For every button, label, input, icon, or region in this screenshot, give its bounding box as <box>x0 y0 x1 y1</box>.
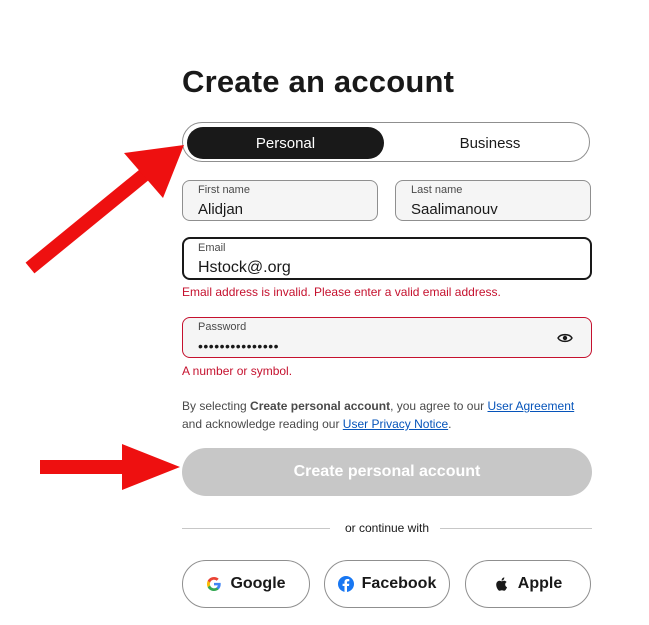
user-privacy-notice-link[interactable]: User Privacy Notice <box>343 417 448 431</box>
password-field[interactable]: Password ••••••••••••••• <box>182 317 592 358</box>
legal-agreement-text: By selecting Create personal account, yo… <box>182 397 592 433</box>
email-field[interactable]: Email Hstock@.org <box>182 237 592 280</box>
google-signin-button[interactable]: Google <box>182 560 310 608</box>
red-arrow-to-personal-toggle <box>25 145 184 274</box>
google-button-label: Google <box>230 575 286 592</box>
last-name-field[interactable]: Last name Saalimanouv <box>395 180 591 221</box>
facebook-signin-button[interactable]: Facebook <box>324 560 450 608</box>
email-value: Hstock@.org <box>198 259 291 276</box>
business-tab[interactable]: Business <box>393 127 587 159</box>
first-name-field[interactable]: First name Alidjan <box>182 180 378 221</box>
legal-prefix: By selecting <box>182 399 251 413</box>
legal-suffix: . <box>448 417 452 431</box>
legal-middle2: and acknowledge reading our <box>182 417 343 431</box>
facebook-button-label: Facebook <box>361 575 437 592</box>
apple-icon <box>495 577 507 591</box>
legal-bold: Create personal account <box>250 399 391 413</box>
user-agreement-link[interactable]: User Agreement <box>488 399 575 413</box>
page-title: Create an account <box>182 64 455 99</box>
create-personal-account-button[interactable]: Create personal account <box>182 448 592 496</box>
first-name-value: Alidjan <box>198 201 244 218</box>
password-label: Password <box>198 321 247 333</box>
show-password-eye-icon[interactable] <box>557 331 573 345</box>
apple-signin-button[interactable]: Apple <box>465 560 591 608</box>
password-error-message: A number or symbol. <box>182 364 293 378</box>
google-icon <box>207 577 222 591</box>
or-continue-with-divider: or continue with <box>182 521 592 535</box>
divider-line-right <box>440 528 592 529</box>
personal-tab[interactable]: Personal <box>187 127 384 159</box>
apple-button-label: Apple <box>517 575 563 592</box>
red-arrow-to-create-button <box>40 444 180 490</box>
first-name-label: First name <box>198 184 250 196</box>
email-label: Email <box>198 242 226 254</box>
last-name-label: Last name <box>411 184 463 196</box>
legal-middle: , you agree to our <box>390 399 488 413</box>
password-value: ••••••••••••••• <box>198 338 280 354</box>
facebook-icon <box>337 576 354 592</box>
last-name-value: Saalimanouv <box>411 201 498 218</box>
email-error-message: Email address is invalid. Please enter a… <box>182 285 501 299</box>
account-type-toggle: Personal Business <box>182 122 590 162</box>
